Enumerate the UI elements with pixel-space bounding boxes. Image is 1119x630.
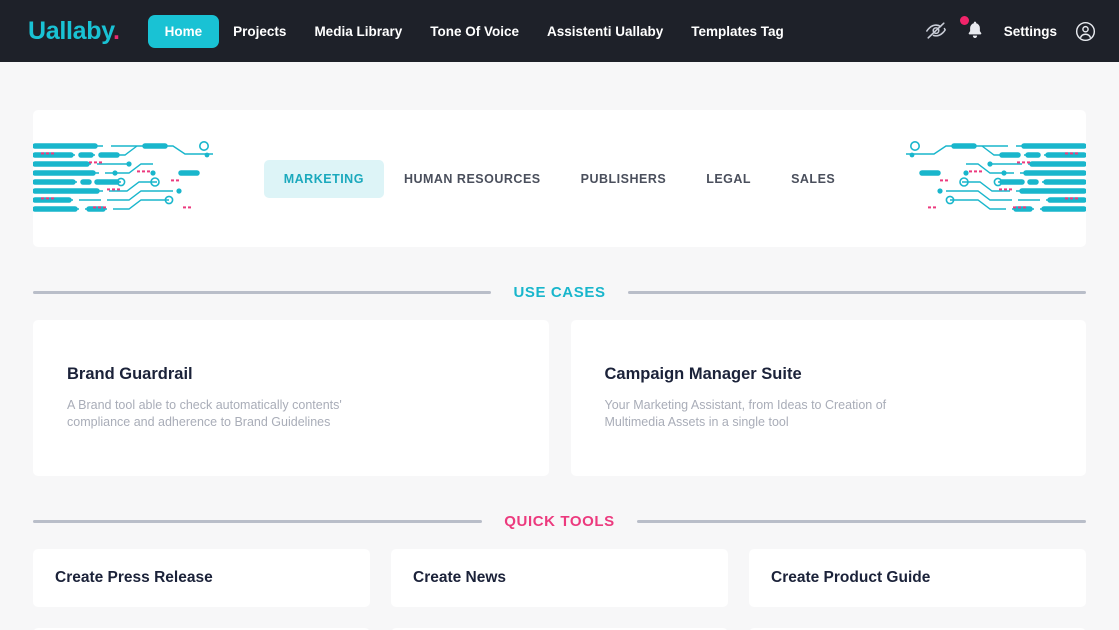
tool-card-create-product-guide[interactable]: Create Product Guide [749, 548, 1086, 607]
use-cases-section-divider: USE CASES [33, 284, 1086, 301]
category-tab-marketing[interactable]: MARKETING [263, 159, 384, 198]
page-content: MARKETING HUMAN RESOURCES PUBLISHERS LEG… [0, 110, 1119, 630]
notification-badge-dot [959, 16, 969, 25]
use-cases-section-label: USE CASES [513, 284, 606, 301]
nav-item-assistenti-uallaby[interactable]: Assistenti Uallaby [533, 15, 677, 48]
use-cases-grid: Brand Guardrail A Brand tool able to che… [33, 320, 1086, 476]
tool-title: Create Press Release [55, 568, 213, 586]
logo-text: Uallaby [28, 16, 113, 45]
divider-line-right [627, 291, 1086, 294]
nav-item-templates-tag[interactable]: Templates Tag [677, 15, 798, 48]
category-tab-legal[interactable]: LEGAL [686, 160, 771, 198]
settings-link[interactable]: Settings [1004, 24, 1057, 39]
tool-card-create-press-release[interactable]: Create Press Release [33, 548, 370, 607]
quick-tools-section-divider: QUICK TOOLS [33, 513, 1086, 530]
nav-item-tone-of-voice[interactable]: Tone Of Voice [416, 15, 533, 48]
category-tab-human-resources[interactable]: HUMAN RESOURCES [384, 160, 561, 198]
notifications-button[interactable] [959, 16, 988, 43]
use-case-card-brand-guardrail[interactable]: Brand Guardrail A Brand tool able to che… [33, 320, 549, 476]
use-case-title: Brand Guardrail [67, 365, 193, 383]
navbar-actions: Settings [924, 16, 1097, 43]
nav-item-projects[interactable]: Projects [219, 15, 300, 48]
quick-tools-section-label: QUICK TOOLS [504, 512, 615, 530]
nav-item-home[interactable]: Home [147, 14, 220, 48]
circuit-decoration-right [906, 140, 1086, 212]
category-tab-sales[interactable]: SALES [771, 160, 855, 198]
use-case-description: Your Marketing Assistant, from Ideas to … [604, 398, 887, 429]
use-case-card-campaign-manager-suite[interactable]: Campaign Manager Suite Your Marketing As… [570, 320, 1086, 476]
category-tab-publishers[interactable]: PUBLISHERS [561, 160, 687, 198]
circuit-decoration-left [33, 140, 213, 212]
tool-title: Create Product Guide [771, 568, 931, 586]
nav-item-media-library[interactable]: Media Library [300, 15, 416, 48]
category-tabs: MARKETING HUMAN RESOURCES PUBLISHERS LEG… [263, 159, 856, 198]
app-logo[interactable]: Uallaby. [28, 17, 120, 46]
divider-line-right [636, 519, 1086, 523]
eye-off-icon[interactable] [924, 19, 948, 43]
tool-title: Create News [413, 568, 507, 586]
top-navbar: Uallaby. Home Projects Media Library Ton… [0, 0, 1119, 62]
divider-line-left [33, 519, 483, 523]
use-case-description: A Brand tool able to check automatically… [67, 398, 342, 429]
use-case-title: Campaign Manager Suite [604, 365, 802, 383]
quick-tools-grid: Create Press Release Create News Create … [33, 548, 1086, 630]
account-icon[interactable] [1073, 19, 1097, 43]
nav-links: Home Projects Media Library Tone Of Voic… [147, 14, 798, 48]
logo-dot: . [112, 16, 120, 45]
divider-line-left [33, 291, 492, 294]
tool-card-create-news[interactable]: Create News [391, 548, 728, 607]
category-banner: MARKETING HUMAN RESOURCES PUBLISHERS LEG… [33, 110, 1086, 247]
